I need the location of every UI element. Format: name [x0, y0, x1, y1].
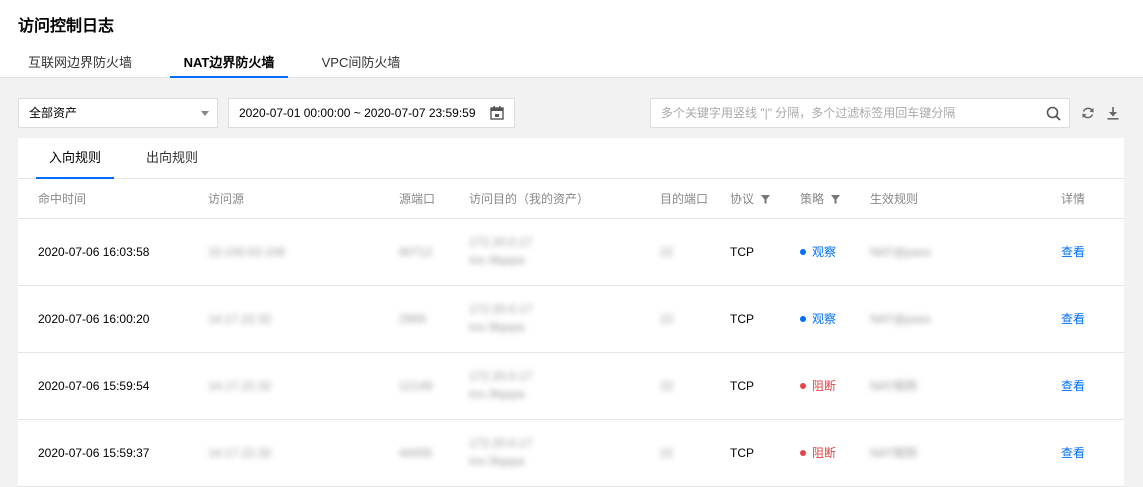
cell-policy: 观察	[800, 219, 836, 285]
tab-outbound-rules[interactable]: 出向规则	[132, 138, 212, 179]
cell-src-port: 12149	[399, 379, 433, 393]
cell-destination: 172.20.0.17 ins-3tqxpa	[469, 353, 532, 419]
table-header: 命中时间 访问源 源端口 访问目的（我的资产） 目的端口 协议 策略 生效规则 …	[18, 179, 1124, 219]
policy-label: 观察	[812, 245, 837, 259]
cell-dest-ip: 172.20.0.17	[469, 235, 533, 249]
cell-rule: NAT@pass	[870, 245, 931, 259]
col-protocol-label: 协议	[730, 192, 755, 206]
search-icon[interactable]	[1046, 106, 1061, 121]
cell-destination: 172.20.0.17 ins-3tqxpa	[469, 286, 532, 352]
header: 访问控制日志 互联网边界防火墙 NAT边界防火墙 VPC间防火墙	[0, 0, 1143, 78]
view-detail-link[interactable]: 查看	[1061, 420, 1085, 486]
policy-label: 阻断	[812, 379, 837, 393]
cell-destination: 172.20.0.17 ins-3tqxpa	[469, 219, 532, 285]
cell-dest-ip: 172.20.0.17	[469, 302, 533, 316]
tab-internet-firewall[interactable]: 互联网边界防火墙	[18, 52, 142, 78]
asset-select[interactable]: 全部资产	[18, 98, 218, 128]
col-dst-port: 目的端口	[660, 192, 709, 206]
tab-inbound-rules[interactable]: 入向规则	[36, 138, 114, 179]
calendar-icon	[490, 106, 504, 120]
cell-hit-time: 2020-07-06 15:59:54	[38, 379, 150, 393]
cell-dest-id: ins-3tqxpa	[469, 387, 525, 401]
col-detail: 详情	[1061, 192, 1086, 206]
status-dot	[800, 316, 806, 322]
cell-source: 14.17.22.32	[208, 312, 272, 326]
filter-bar: 全部资产 2020-07-01 00:00:00 ~ 2020-07-07 23…	[0, 78, 1143, 138]
page-title: 访问控制日志	[18, 18, 115, 35]
cell-source: 14.17.22.32	[208, 379, 272, 393]
view-detail-link[interactable]: 查看	[1061, 353, 1085, 419]
asset-select-value: 全部资产	[29, 106, 78, 120]
cell-protocol: TCP	[730, 379, 754, 393]
col-policy-label: 策略	[800, 192, 825, 206]
cell-dst-port: 22	[660, 446, 674, 460]
status-dot	[800, 383, 806, 389]
col-source: 访问源	[208, 192, 245, 206]
cell-hit-time: 2020-07-06 16:03:58	[38, 245, 150, 259]
cell-dest-id: ins-3tqxpa	[469, 320, 525, 334]
cell-dst-port: 22	[660, 312, 674, 326]
cell-dest-id: ins-3tqxpa	[469, 454, 525, 468]
tab-nat-firewall[interactable]: NAT边界防火墙	[170, 52, 288, 78]
col-hit-time: 命中时间	[38, 192, 87, 206]
col-src-port: 源端口	[399, 192, 436, 206]
cell-src-port: 60712	[399, 245, 433, 259]
col-protocol[interactable]: 协议	[730, 179, 771, 219]
table-row: 2020-07-06 15:59:54 14.17.22.32 12149 17…	[18, 353, 1124, 420]
cell-dst-port: 22	[660, 245, 674, 259]
policy-label: 阻断	[812, 446, 837, 460]
cell-hit-time: 2020-07-06 15:59:37	[38, 446, 150, 460]
cell-protocol: TCP	[730, 446, 754, 460]
download-icon[interactable]	[1106, 106, 1120, 120]
cell-dst-port: 22	[660, 379, 674, 393]
view-detail-link[interactable]: 查看	[1061, 219, 1085, 285]
table-row: 2020-07-06 15:59:37 14.17.22.32 44005 17…	[18, 420, 1124, 487]
col-policy[interactable]: 策略	[800, 179, 841, 219]
cell-source: 10.100.53.109	[208, 245, 285, 259]
date-range-picker[interactable]: 2020-07-01 00:00:00 ~ 2020-07-07 23:59:5…	[228, 98, 515, 128]
table-row: 2020-07-06 16:03:58 10.100.53.109 60712 …	[18, 219, 1124, 286]
table-row: 2020-07-06 16:00:20 14.17.22.32 2959 172…	[18, 286, 1124, 353]
cell-src-port: 2959	[399, 312, 426, 326]
cell-rule: NAT@pass	[870, 312, 931, 326]
cell-hit-time: 2020-07-06 16:00:20	[38, 312, 150, 326]
cell-dest-ip: 172.20.0.17	[469, 436, 533, 450]
tab-vpc-firewall[interactable]: VPC间防火墙	[316, 52, 406, 78]
status-dot	[800, 450, 806, 456]
cell-rule: NAT规则	[870, 379, 918, 393]
cell-dest-id: ins-3tqxpa	[469, 253, 525, 267]
cell-src-port: 44005	[399, 446, 433, 460]
cell-source: 14.17.22.32	[208, 446, 272, 460]
cell-policy: 阻断	[800, 353, 836, 419]
direction-tabs: 入向规则 出向规则	[18, 138, 1124, 179]
cell-policy: 阻断	[800, 420, 836, 486]
search-box[interactable]	[650, 98, 1070, 128]
col-destination: 访问目的（我的资产）	[469, 192, 590, 206]
view-detail-link[interactable]: 查看	[1061, 286, 1085, 352]
cell-protocol: TCP	[730, 312, 754, 326]
policy-label: 观察	[812, 312, 837, 326]
log-table-card: 入向规则 出向规则 命中时间 访问源 源端口 访问目的（我的资产） 目的端口 协…	[18, 138, 1124, 487]
cell-rule: NAT规则	[870, 446, 918, 460]
search-input[interactable]	[651, 99, 1039, 127]
cell-destination: 172.20.0.17 ins-3tqxpa	[469, 420, 532, 486]
refresh-icon[interactable]	[1081, 106, 1095, 120]
status-dot	[800, 249, 806, 255]
cell-policy: 观察	[800, 286, 836, 352]
date-range-value: 2020-07-01 00:00:00 ~ 2020-07-07 23:59:5…	[239, 106, 476, 120]
col-rule: 生效规则	[870, 192, 919, 206]
chevron-down-icon	[201, 111, 209, 116]
cell-protocol: TCP	[730, 245, 754, 259]
cell-dest-ip: 172.20.0.17	[469, 369, 533, 383]
filter-icon[interactable]	[831, 195, 841, 204]
filter-icon[interactable]	[761, 195, 771, 204]
